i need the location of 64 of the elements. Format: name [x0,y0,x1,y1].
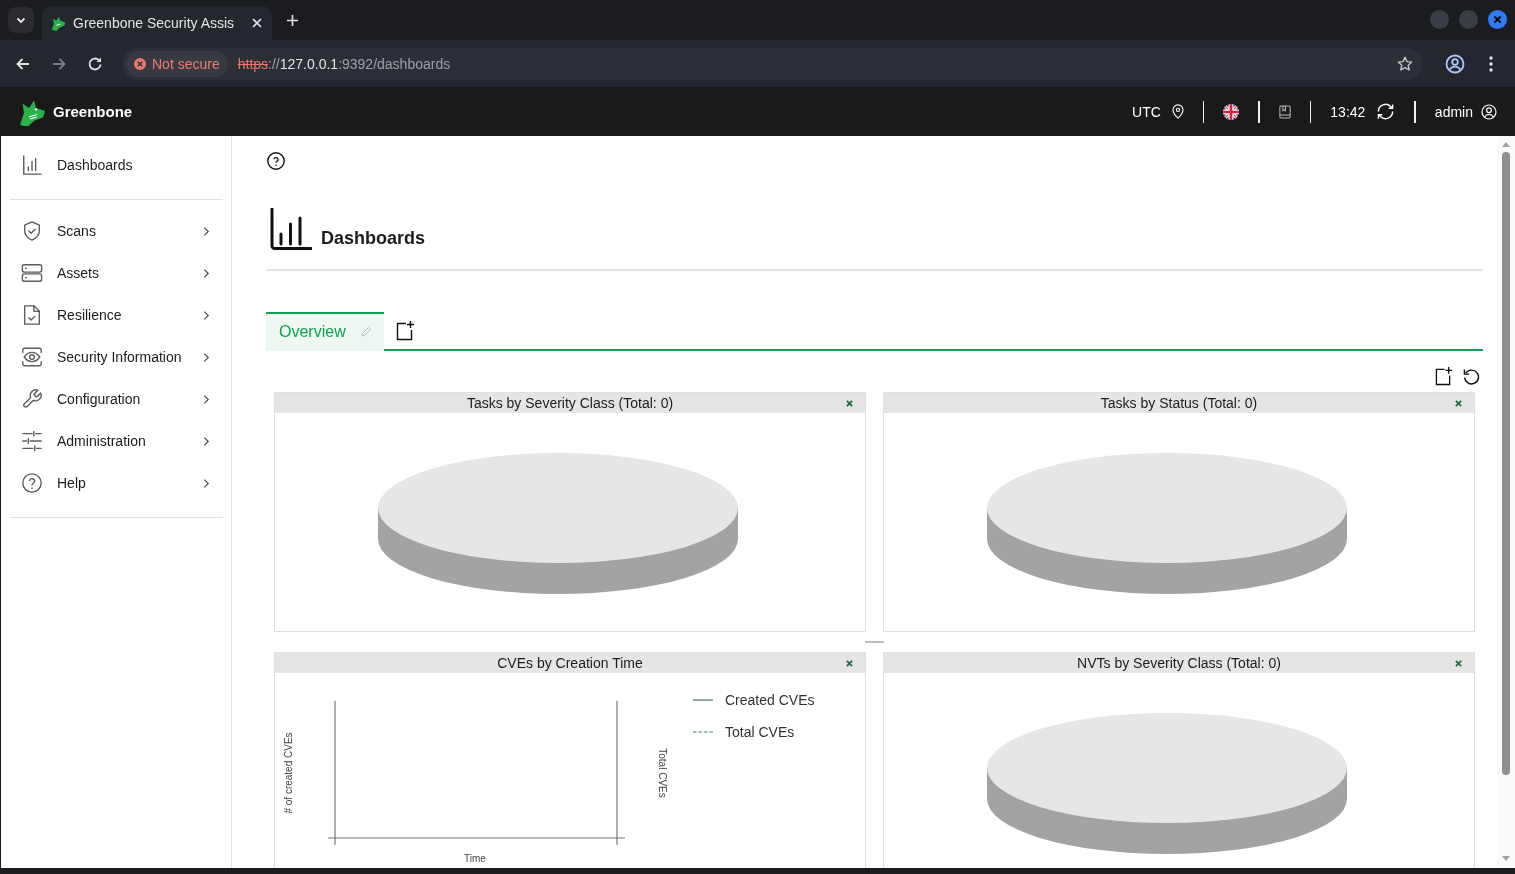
location-pin-icon [1171,104,1184,119]
bar-chart-icon [270,208,312,250]
tab-list-button[interactable] [8,7,34,33]
menu-icon[interactable] [1489,55,1493,72]
close-icon[interactable] [1455,399,1462,407]
dashed-line-icon [693,731,713,733]
close-icon[interactable] [846,659,853,667]
sidebar-item[interactable]: Administration [1,420,231,462]
brand-name: Greenbone [53,103,133,120]
browser-tab[interactable]: Greenbone Security Assis [42,6,272,40]
sidebar-item[interactable]: Configuration [1,378,231,420]
tab-title: Greenbone Security Assis [73,15,236,31]
close-icon[interactable] [846,399,853,407]
scrollbar-thumb[interactable] [1502,152,1510,775]
refresh-icon[interactable] [1376,102,1396,121]
close-button[interactable] [1488,10,1507,29]
server-icon [21,262,43,284]
flag-icon[interactable] [1223,103,1240,120]
document-check-icon [21,304,43,326]
axis-label: # of created CVEs [283,732,294,814]
clock-time: 13:42 [1330,103,1366,120]
add-page-icon[interactable] [1435,367,1452,386]
timezone-label: UTC [1132,103,1161,120]
sidebar-item[interactable]: Dashboards [1,144,231,186]
url-text[interactable]: https://127.0.0.1:9392/dashboards [237,55,451,72]
scrollbar[interactable] [1497,136,1515,868]
user-name[interactable]: admin [1434,103,1473,120]
eye-icon [21,346,43,368]
sidebar-item[interactable]: Assets [1,252,231,294]
shield-check-icon [21,220,43,242]
sliders-icon [21,430,43,452]
sidebar-item[interactable]: Scans [1,210,231,252]
book-icon[interactable] [1278,104,1291,119]
sidebar-item[interactable]: Security Information [1,336,231,378]
solid-line-icon [693,699,713,701]
help-icon[interactable] [267,152,285,170]
panel-title: NVTs by Severity Class (Total: 0) [1077,655,1281,671]
legend-label: Total CVEs [725,724,795,740]
sidebar-item[interactable]: Resilience [1,294,231,336]
help-icon [21,472,43,494]
plus-icon[interactable] [286,14,299,27]
resize-handle[interactable] [865,641,884,643]
logo-icon [50,15,66,31]
error-icon [134,57,146,70]
wrench-icon [21,388,43,410]
legend-label: Created CVEs [725,692,815,708]
page-title: Dashboards [321,227,426,249]
axis-label: Time [464,853,486,864]
reset-icon[interactable] [1463,367,1480,386]
security-chip[interactable]: Not secure [126,50,228,77]
panel-title: Tasks by Severity Class (Total: 0) [466,395,674,411]
panel-title: CVEs by Creation Time [497,655,643,671]
panel-title: Tasks by Status (Total: 0) [1100,395,1258,411]
address-field[interactable]: Not secure https://127.0.0.1:9392/dashboards [122,47,1422,80]
star-icon[interactable] [1397,55,1413,72]
close-icon [1493,15,1502,24]
add-page-icon[interactable] [395,320,414,341]
sidebar-item[interactable]: Help [1,462,231,504]
bar-chart-icon [21,154,43,176]
user-icon[interactable] [1481,103,1497,120]
axis-label: Total CVEs [657,748,668,798]
close-icon[interactable] [1455,659,1462,667]
reload-icon [87,55,103,72]
profile-icon[interactable] [1445,53,1465,74]
